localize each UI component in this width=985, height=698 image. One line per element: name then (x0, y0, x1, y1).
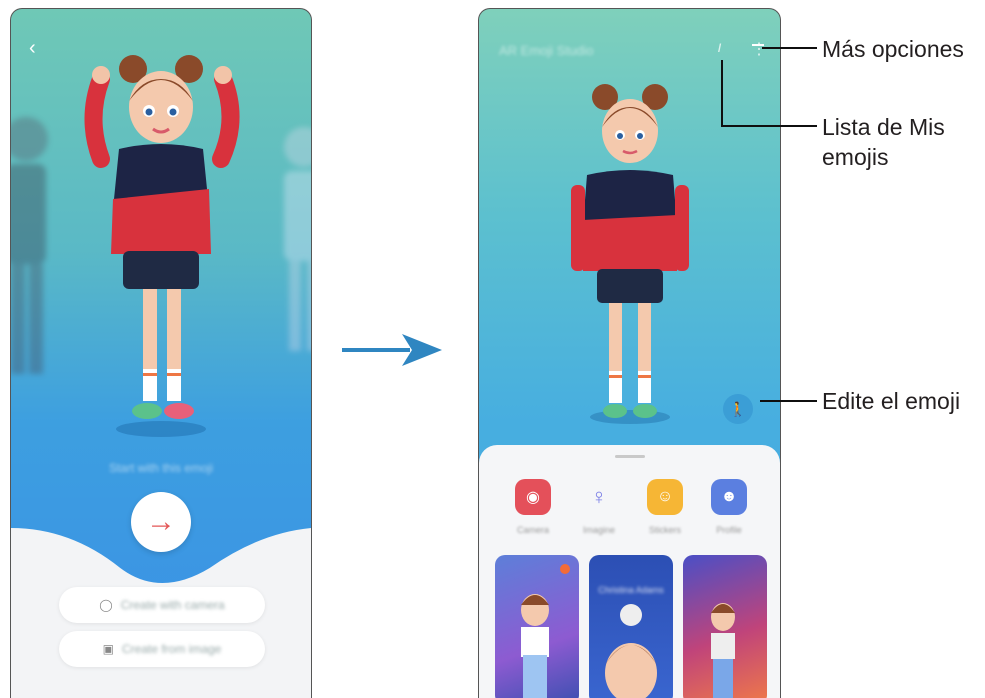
card-avatar-face (605, 604, 657, 698)
camera-icon: ◉ (526, 489, 540, 506)
more-options-icon[interactable]: ⋮ (751, 39, 767, 59)
my-emojis-leader-vertical (721, 60, 723, 127)
more-options-callout: Más opciones (822, 36, 964, 62)
template-card-1[interactable] (495, 555, 579, 698)
back-icon[interactable]: ‹ (29, 37, 36, 60)
tile-camera[interactable]: ◉ (515, 479, 551, 515)
card-emoji-figure (521, 564, 570, 698)
emoji-avatar-posing (84, 55, 240, 437)
emoji-start-screen: ‹ Start with this emoji → ◯ Create with … (10, 8, 312, 698)
body-edit-icon: 🚶 (729, 400, 747, 417)
flow-arrow-icon (342, 334, 442, 366)
side-emoji-right (284, 127, 311, 351)
tile-stickers[interactable]: ☺ (647, 479, 683, 515)
tile-profile-label: Profile (716, 525, 742, 535)
robot-icon: ♀ (590, 484, 608, 509)
sticker-face-icon: ☺ (656, 488, 674, 505)
sheet-handle[interactable] (614, 455, 645, 458)
tile-imagine-label: Imagine (582, 525, 616, 535)
bottom-sheet: ◉ Camera ♀ Imagine ☺ Stickers ☻ Profile … (479, 445, 780, 698)
create-with-camera-button[interactable]: ◯ Create with camera (59, 587, 265, 623)
create-camera-label: Create with camera (120, 598, 225, 612)
create-from-image-button[interactable]: ▣ Create from image (59, 631, 265, 667)
my-emojis-leader-horizontal (721, 125, 817, 127)
profile-icon: ☻ (720, 488, 738, 505)
tile-camera-label: Camera (516, 525, 549, 535)
image-icon: ▣ (102, 642, 114, 656)
my-emojis-person-icon[interactable]: 𝚤 (717, 39, 721, 57)
emoji-studio-screen: AR Emoji Studio 𝚤 ⋮ 🚶 ◉ Camera ♀ Imagine (478, 8, 781, 698)
start-prompt-text: Start with this emoji (108, 461, 214, 475)
template-card-2[interactable]: Christina Adams (589, 555, 673, 698)
more-options-leader-line (762, 47, 817, 49)
my-emojis-callout: Lista de Mis emojis (822, 114, 945, 170)
side-emoji-left (11, 117, 48, 374)
emoji-avatar-standing (571, 84, 689, 424)
edit-emoji-button[interactable]: 🚶 (723, 394, 753, 424)
tile-profile[interactable]: ☻ (711, 479, 747, 515)
next-arrow-button[interactable]: → (131, 492, 191, 552)
create-image-label: Create from image (121, 642, 222, 656)
arrow-right-icon: → (146, 505, 176, 538)
tile-stickers-label: Stickers (648, 525, 681, 535)
studio-title: AR Emoji Studio (499, 43, 594, 58)
edit-emoji-callout: Edite el emoji (822, 388, 961, 414)
camera-icon: ◯ (99, 598, 113, 612)
card-emoji-figure (711, 603, 735, 698)
edit-emoji-leader-line (760, 400, 817, 402)
more-options-leader-white (752, 44, 764, 46)
tile-imagine[interactable]: ♀ (581, 479, 617, 515)
template-card-3[interactable] (683, 555, 767, 698)
